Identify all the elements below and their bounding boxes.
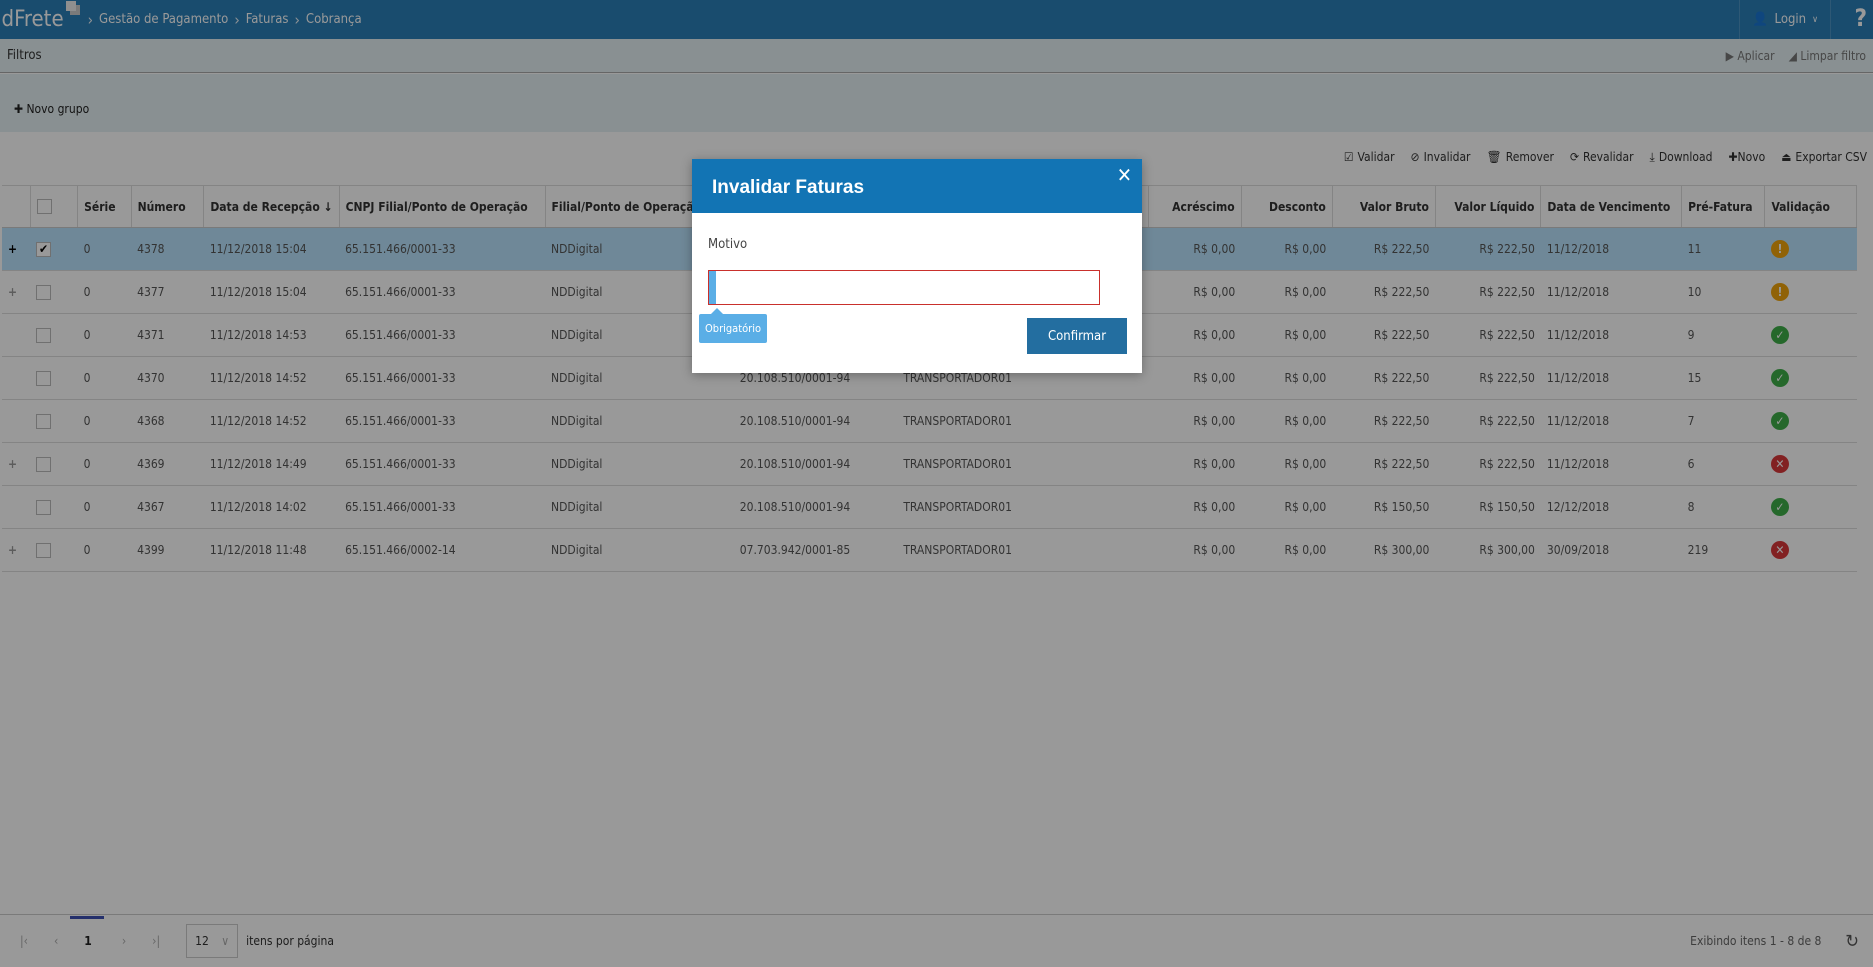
reason-input[interactable] xyxy=(708,270,1100,305)
reason-label: Motivo xyxy=(708,237,748,252)
close-icon[interactable]: ✕ xyxy=(1117,163,1132,187)
modal-overlay[interactable] xyxy=(0,0,1873,967)
invalidate-modal: Invalidar Faturas ✕ Motivo Obrigatório C… xyxy=(692,159,1142,373)
confirm-button[interactable]: Confirmar xyxy=(1027,318,1127,354)
required-tooltip: Obrigatório xyxy=(699,308,768,343)
modal-title: Invalidar Faturas xyxy=(692,159,1142,213)
